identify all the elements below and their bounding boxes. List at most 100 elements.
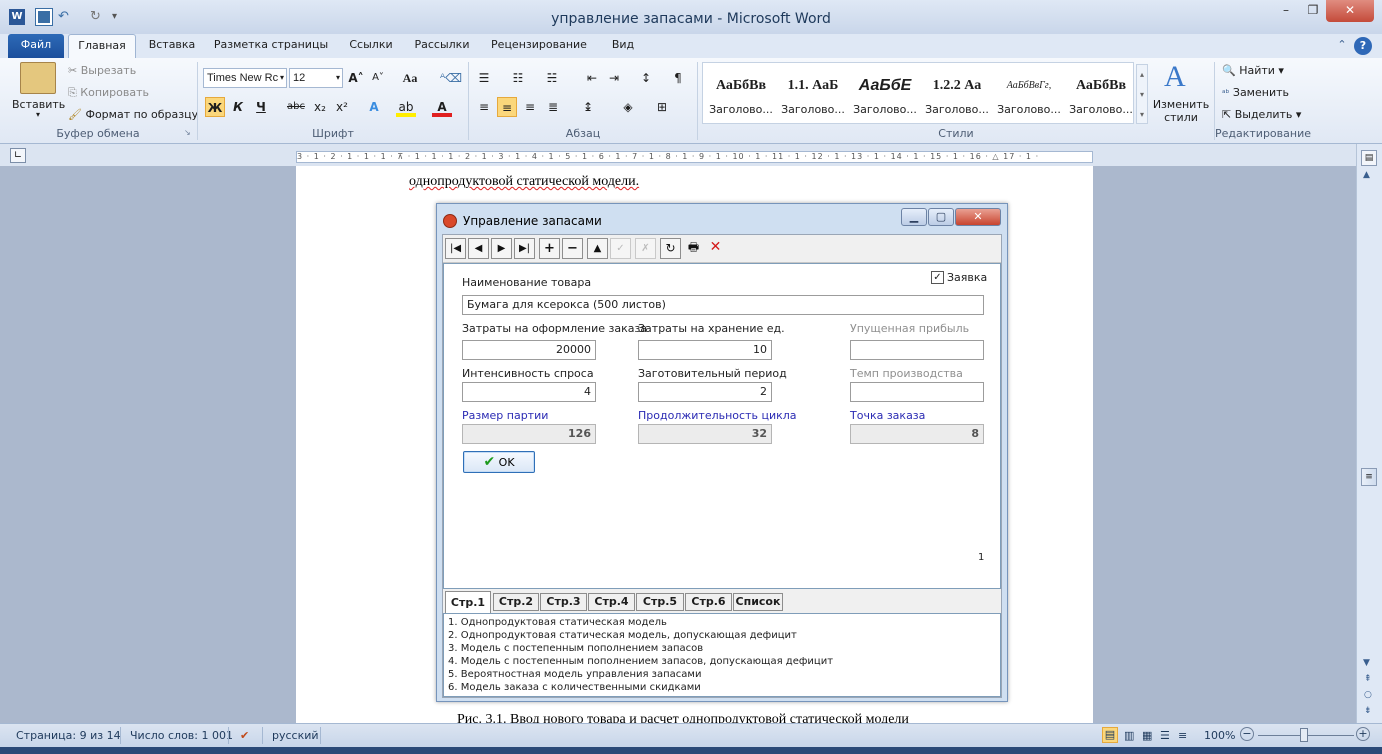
- cut-button[interactable]: ✂ Вырезать: [68, 64, 136, 77]
- subscript-icon[interactable]: x₂: [310, 97, 330, 117]
- dialog-minimize-button[interactable]: ▁: [901, 208, 927, 226]
- tab-page-layout[interactable]: Разметка страницы: [208, 34, 334, 58]
- font-color-icon[interactable]: A: [432, 97, 452, 117]
- dialog-close-button[interactable]: ✕: [955, 208, 1001, 226]
- insert-record-icon[interactable]: +: [539, 238, 560, 259]
- grow-font-icon[interactable]: A˄: [346, 68, 366, 88]
- tab-insert[interactable]: Вставка: [140, 34, 204, 58]
- multilevel-list-icon[interactable]: ☵: [542, 68, 562, 88]
- delete-icon[interactable]: ✕: [705, 238, 726, 259]
- word-count[interactable]: Число слов: 1 001: [130, 729, 233, 742]
- sort-icon[interactable]: ↕: [636, 68, 656, 88]
- scroll-up-icon[interactable]: ▲: [1363, 170, 1370, 180]
- spelling-check-icon[interactable]: ✔︎: [240, 729, 249, 742]
- shrink-font-icon[interactable]: A˅: [368, 68, 388, 88]
- vertical-scrollbar[interactable]: ▤ ▲ ≡ ▼ ⇞ ○ ⇟: [1356, 144, 1382, 723]
- full-screen-reading-icon[interactable]: ▥: [1124, 729, 1134, 742]
- draft-icon[interactable]: ≡: [1178, 729, 1187, 742]
- tab-page-5[interactable]: Стр.5: [636, 593, 684, 611]
- minimize-ribbon-icon[interactable]: ⌃: [1334, 34, 1350, 58]
- list-item[interactable]: 3. Модель с постепенным пополнением запа…: [448, 642, 1000, 655]
- highlight-color-icon[interactable]: ab: [396, 97, 416, 117]
- change-styles-icon[interactable]: A: [1164, 60, 1186, 94]
- language-indicator[interactable]: русский: [272, 729, 319, 742]
- dialog-maximize-button[interactable]: ▢: [928, 208, 954, 226]
- ok-button[interactable]: ✔ OK: [463, 451, 535, 473]
- tab-page-6[interactable]: Стр.6: [685, 593, 732, 611]
- paste-dropdown-icon[interactable]: ▾: [36, 110, 40, 119]
- edit-record-icon[interactable]: ▲: [587, 238, 608, 259]
- replace-button[interactable]: ᵃᵇ Заменить: [1222, 86, 1289, 99]
- bullets-icon[interactable]: ☰: [474, 68, 494, 88]
- help-icon[interactable]: ?: [1354, 37, 1372, 55]
- change-styles-button[interactable]: Изменить стили: [1152, 98, 1210, 124]
- line-spacing-icon[interactable]: ↨: [578, 97, 598, 117]
- close-button[interactable]: ✕: [1326, 0, 1374, 22]
- tab-home[interactable]: Главная: [68, 34, 136, 58]
- underline-icon[interactable]: Ч: [251, 97, 271, 117]
- select-button[interactable]: ⇱ Выделить ▾: [1222, 108, 1301, 121]
- restore-button[interactable]: ❐: [1300, 0, 1326, 22]
- prior-record-icon[interactable]: ◀: [468, 238, 489, 259]
- zoom-out-icon[interactable]: −: [1240, 727, 1254, 741]
- list-item[interactable]: 1. Однопродуктовая статическая модель: [448, 616, 1000, 629]
- text-effects-icon[interactable]: A: [364, 97, 384, 117]
- list-item[interactable]: 6. Модель заказа с количественными скидк…: [448, 681, 1000, 694]
- copy-button[interactable]: ⎘ Копировать: [68, 86, 149, 100]
- align-center-icon[interactable]: ≡: [497, 97, 517, 117]
- bold-icon[interactable]: Ж: [205, 97, 225, 117]
- strikethrough-icon[interactable]: abc: [286, 97, 306, 117]
- tab-view[interactable]: Вид: [600, 34, 646, 58]
- product-name-input[interactable]: Бумага для ксерокса (500 листов): [462, 295, 984, 315]
- next-record-icon[interactable]: ▶: [491, 238, 512, 259]
- zoom-slider-thumb[interactable]: [1300, 728, 1308, 742]
- chevron-down-icon[interactable]: ▾: [280, 69, 284, 87]
- request-checkbox[interactable]: ✓ Заявка: [931, 271, 987, 284]
- style-heading-1[interactable]: АаБбВв Заголово...: [705, 69, 777, 127]
- numbering-icon[interactable]: ☷: [508, 68, 528, 88]
- decrease-indent-icon[interactable]: ⇤: [582, 68, 602, 88]
- lost-profit-input[interactable]: [850, 340, 984, 360]
- delete-record-icon[interactable]: −: [562, 238, 583, 259]
- order-cost-input[interactable]: 20000: [462, 340, 596, 360]
- tab-page-4[interactable]: Стр.4: [588, 593, 635, 611]
- refresh-icon[interactable]: ↻: [660, 238, 681, 259]
- print-layout-icon[interactable]: ▤: [1102, 727, 1118, 743]
- prev-page-icon[interactable]: ⇞: [1364, 674, 1372, 684]
- checkbox-checked-icon[interactable]: ✓: [931, 271, 944, 284]
- tab-selector-icon[interactable]: ∟: [10, 148, 26, 163]
- style-heading-3[interactable]: АаБбЕ Заголово...: [849, 69, 921, 127]
- italic-icon[interactable]: К: [228, 97, 248, 117]
- print-icon[interactable]: 🖶: [683, 238, 704, 259]
- align-left-icon[interactable]: ≡: [474, 97, 494, 117]
- font-name-combo[interactable]: Times New Rc ▾: [203, 68, 287, 88]
- production-rate-input[interactable]: [850, 382, 984, 402]
- clipboard-launcher-icon[interactable]: ↘: [184, 128, 191, 137]
- style-heading-5[interactable]: АаБбВвГг, Заголово...: [993, 69, 1065, 127]
- superscript-icon[interactable]: x²: [332, 97, 352, 117]
- format-painter-button[interactable]: 🖌 Формат по образцу: [68, 108, 198, 121]
- horizontal-ruler[interactable]: 3 · 1 · 2 · 1 · 1 · 1 · ⊼ · 1 · 1 · 1 · …: [296, 151, 1093, 163]
- demand-input[interactable]: 4: [462, 382, 596, 402]
- tab-page-2[interactable]: Стр.2: [493, 593, 539, 611]
- scroll-thumb[interactable]: ≡: [1361, 468, 1377, 486]
- cancel-edit-icon[interactable]: ✗: [635, 238, 656, 259]
- font-size-combo[interactable]: 12 ▾: [289, 68, 343, 88]
- style-heading-4[interactable]: 1.2.2 Аа Заголово...: [921, 69, 993, 127]
- clear-formatting-icon[interactable]: ᴬ⌫: [440, 68, 462, 88]
- increase-indent-icon[interactable]: ⇥: [604, 68, 624, 88]
- paste-icon[interactable]: [20, 62, 56, 94]
- zoom-level[interactable]: 100%: [1204, 729, 1235, 742]
- zoom-in-icon[interactable]: +: [1356, 727, 1370, 741]
- outline-icon[interactable]: ☰: [1160, 729, 1170, 742]
- tab-review[interactable]: Рецензирование: [484, 34, 594, 58]
- find-button[interactable]: 🔍 Найти ▾: [1222, 64, 1284, 77]
- tab-file[interactable]: Файл: [8, 34, 64, 58]
- shading-icon[interactable]: ◈: [618, 97, 638, 117]
- storage-cost-input[interactable]: 10: [638, 340, 772, 360]
- page-count[interactable]: Страница: 9 из 14: [16, 729, 121, 742]
- minimize-button[interactable]: –: [1272, 0, 1300, 22]
- align-right-icon[interactable]: ≡: [520, 97, 540, 117]
- chevron-down-icon[interactable]: ▾: [336, 69, 340, 87]
- first-record-icon[interactable]: |◀: [445, 238, 466, 259]
